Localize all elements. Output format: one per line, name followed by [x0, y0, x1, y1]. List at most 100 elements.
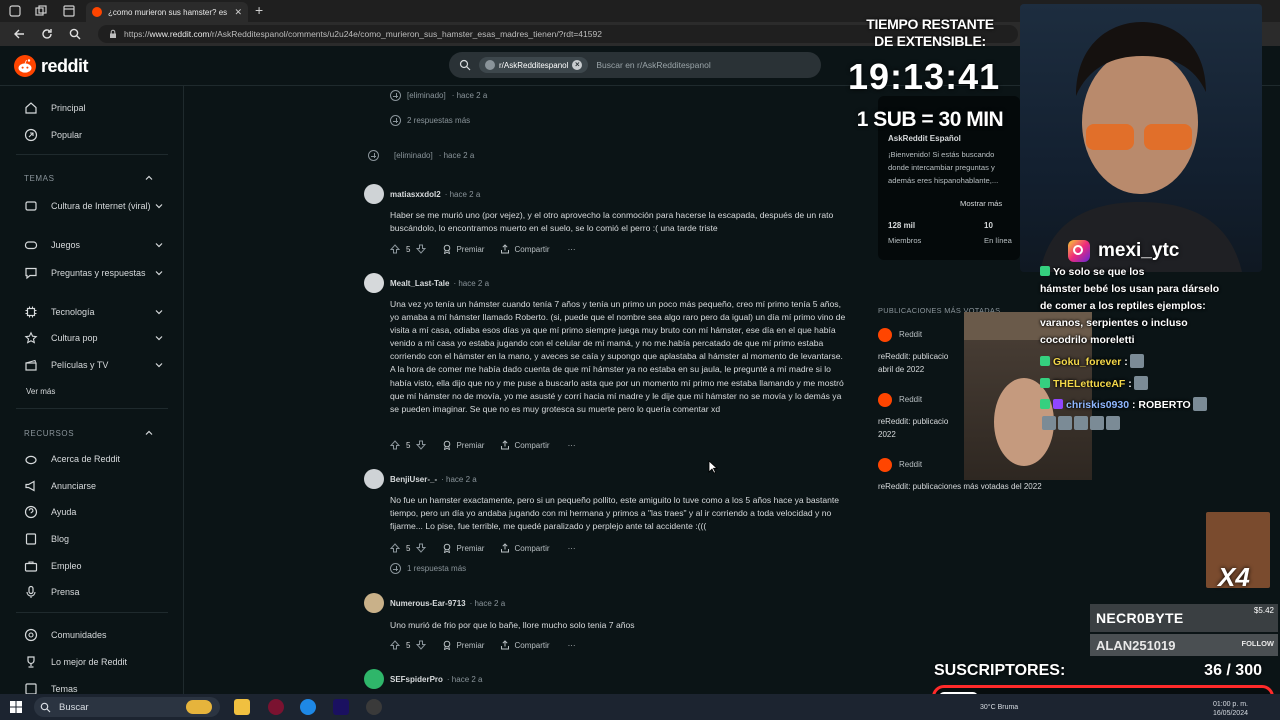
chat-username[interactable]: THELettuceAF	[1053, 378, 1125, 390]
sidebar-item-internet-culture[interactable]: Cultura de Internet (viral)	[24, 199, 164, 213]
sidebar-item-topics[interactable]: Temas	[24, 682, 164, 694]
tab-actions-icon[interactable]	[62, 4, 76, 18]
search-scope-chip[interactable]: r/AskRedditespanol ×	[479, 57, 589, 73]
upvote-button[interactable]	[390, 244, 400, 254]
chat-username[interactable]: Goku_forever	[1053, 356, 1121, 368]
sidebar-item-games[interactable]: Juegos	[24, 238, 164, 252]
chat-badge-icon	[1053, 399, 1063, 409]
share-button[interactable]: Compartir	[500, 440, 550, 450]
sidebar-item-about-reddit[interactable]: Acerca de Reddit	[24, 452, 164, 466]
avatar[interactable]	[364, 593, 384, 613]
deleted-comment-meta[interactable]: [eliminado] · hace 2 a	[368, 150, 474, 161]
more-replies-link[interactable]: 2 respuestas más	[390, 115, 470, 126]
chat-message: hámster bebé los usan para dárselo	[1040, 281, 1272, 298]
topics-icon	[25, 683, 37, 694]
file-explorer-icon[interactable]	[234, 699, 250, 715]
more-replies-link[interactable]: 1 respuesta más	[390, 563, 466, 574]
obs-icon[interactable]	[366, 699, 382, 715]
award-button[interactable]: Premiar	[442, 244, 484, 254]
overflow-icon: ···	[567, 244, 576, 254]
show-more-link[interactable]: Mostrar más	[960, 198, 1002, 209]
sidebar-item-pop-culture[interactable]: Cultura pop	[24, 331, 164, 345]
windows-start-icon[interactable]	[10, 701, 22, 713]
expand-plus-icon	[390, 115, 401, 126]
share-button[interactable]: Compartir	[500, 640, 550, 650]
sidebar-item-technology[interactable]: Tecnología	[24, 305, 164, 319]
avatar[interactable]	[364, 184, 384, 204]
avatar[interactable]	[364, 469, 384, 489]
resources-heading: RECURSOS	[24, 428, 75, 438]
sidebar-item-home[interactable]: Principal	[24, 101, 164, 115]
expand-plus-icon[interactable]	[368, 150, 379, 161]
downvote-button[interactable]	[416, 640, 427, 650]
popular-post-source: Reddit	[899, 460, 923, 469]
reddit-logo-icon[interactable]	[14, 55, 36, 77]
edge-browser-icon[interactable]	[300, 699, 316, 715]
sidebar-item-blog[interactable]: Blog	[24, 532, 164, 546]
workspaces-icon[interactable]	[34, 4, 48, 18]
award-button[interactable]: Premiar	[442, 543, 484, 553]
search-icon[interactable]	[68, 27, 82, 41]
popular-icon	[24, 128, 38, 142]
avatar[interactable]	[364, 669, 384, 689]
see-more-link[interactable]: Ver más	[26, 387, 55, 396]
share-button[interactable]: Compartir	[500, 543, 550, 553]
sidebar-item-communities[interactable]: Comunidades	[24, 628, 164, 642]
sidebar-item-help[interactable]: Ayuda	[24, 505, 164, 519]
comment-time-value: hace 2 a	[456, 91, 488, 100]
topics-section-toggle[interactable]: TEMAS	[24, 173, 154, 183]
upvote-button[interactable]	[390, 640, 400, 650]
overflow-menu-button[interactable]: ···	[568, 544, 576, 553]
deleted-comment-meta[interactable]: [eliminado] · hace 2 a	[390, 90, 487, 101]
refresh-icon[interactable]	[40, 27, 54, 41]
sidebar-item-careers[interactable]: Empleo	[24, 559, 164, 573]
sidebar-item-movies-tv[interactable]: Películas y TV	[24, 358, 164, 372]
resources-section-toggle[interactable]: RECURSOS	[24, 428, 154, 438]
clear-scope-icon[interactable]: ×	[572, 60, 583, 70]
overflow-menu-button[interactable]: ···	[568, 641, 576, 650]
subreddit-search-input[interactable]: r/AskRedditespanol × Buscar en r/AskRedd…	[449, 52, 821, 78]
sidebar-item-popular[interactable]: Popular	[24, 128, 164, 142]
expand-plus-icon[interactable]	[390, 90, 401, 101]
comment-author[interactable]: SEFspiderPro	[390, 675, 443, 684]
avatar[interactable]	[364, 273, 384, 293]
share-icon	[501, 244, 510, 254]
chat-text: Yo solo se que los	[1053, 266, 1145, 278]
comment-actions: 5 Premiar Compartir ···	[390, 543, 576, 553]
share-button[interactable]: Compartir	[500, 244, 550, 254]
back-arrow-icon[interactable]	[12, 27, 26, 41]
comment-meta: Numerous-Ear-9713 · hace 2 a	[390, 599, 505, 608]
award-button[interactable]: Premiar	[442, 440, 484, 450]
upvote-button[interactable]	[390, 543, 400, 553]
upvote-button[interactable]	[390, 440, 400, 450]
tab-title: ¿como murieron sus hamster? es	[108, 7, 228, 17]
overflow-menu-button[interactable]: ···	[568, 441, 576, 450]
overflow-menu-button[interactable]: ···	[568, 245, 576, 254]
downvote-button[interactable]	[416, 440, 427, 450]
taskbar-search-input[interactable]: Buscar	[34, 697, 220, 717]
app-icon[interactable]	[268, 699, 284, 715]
comment-author[interactable]: matiasxxdol2	[390, 190, 441, 199]
comment-meta: BenjiUser-_- · hace 2 a	[390, 475, 477, 484]
tab-reddit-post[interactable]: ¿como murieron sus hamster? es ✕	[86, 2, 248, 22]
chat-message: Goku_forever :	[1040, 354, 1272, 371]
premiere-pro-icon[interactable]	[333, 699, 349, 715]
new-tab-icon[interactable]: +	[255, 3, 263, 17]
weather-widget[interactable]: 30°C Bruma	[980, 704, 1018, 711]
comment-author[interactable]: Numerous-Ear-9713	[390, 599, 466, 608]
award-button[interactable]: Premiar	[442, 640, 484, 650]
sidebar-item-best-of-reddit[interactable]: Lo mejor de Reddit	[24, 655, 164, 669]
downvote-button[interactable]	[416, 244, 427, 254]
chat-username[interactable]: chriskis0930	[1066, 399, 1129, 411]
downvote-button[interactable]	[416, 543, 427, 553]
sidebar-item-press[interactable]: Prensa	[24, 585, 164, 599]
clock[interactable]: 01:00 p. m. 16/05/2024	[1200, 700, 1248, 718]
reddit-wordmark[interactable]: reddit	[41, 56, 89, 77]
comment-author[interactable]: BenjiUser-_-	[390, 475, 437, 484]
sidebar-item-qa[interactable]: Preguntas y respuestas	[24, 266, 164, 280]
sidebar-item-advertise[interactable]: Anunciarse	[24, 479, 164, 493]
browser-profile-icon[interactable]	[8, 4, 22, 18]
close-tab-icon[interactable]: ✕	[234, 7, 242, 18]
award-label: Premiar	[456, 640, 485, 650]
comment-author[interactable]: Mealt_Last-Tale	[390, 279, 449, 288]
